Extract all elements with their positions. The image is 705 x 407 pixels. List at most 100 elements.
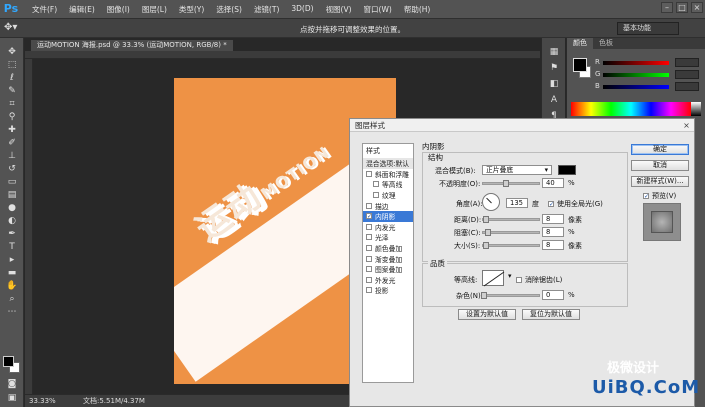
zoom-level[interactable]: 33.33% [29, 395, 56, 407]
style-checkbox[interactable] [366, 276, 372, 283]
style-checkbox[interactable]: ✓ [366, 213, 372, 220]
size-slider-thumb[interactable] [483, 242, 489, 249]
panel-foreground-swatch[interactable] [573, 58, 587, 72]
adjustments-panel-icon[interactable]: ◧ [542, 76, 566, 92]
gradient-tool-icon[interactable]: ▤ [0, 189, 24, 202]
document-tab[interactable]: 运动MOTION 海报.psd @ 33.3% (运动MOTION, RGB/8… [31, 40, 233, 51]
menu-item[interactable]: 类型(Y) [173, 4, 210, 15]
style-checkbox[interactable] [366, 255, 372, 262]
antialias-option[interactable]: 消除锯齿(L) [516, 275, 562, 285]
shape-tool-icon[interactable]: ▬ [0, 267, 24, 280]
tab-swatches[interactable]: 色板 [593, 38, 619, 49]
blend-mode-select[interactable]: 正片叠底 ▾ [482, 165, 552, 175]
style-checkbox[interactable] [366, 245, 372, 252]
global-light-option[interactable]: ✓ 使用全局光(G) [548, 199, 603, 209]
style-list-item[interactable]: 外发光 [363, 275, 413, 286]
style-list-item[interactable]: 纹理 [363, 190, 413, 201]
screen-mode-icon[interactable]: ▣ [0, 392, 24, 405]
quick-mask-icon[interactable]: ◙ [0, 378, 24, 391]
global-light-checkbox[interactable]: ✓ [548, 201, 554, 208]
red-value-field[interactable] [675, 58, 699, 67]
contour-dropdown-icon[interactable]: ▾ [508, 272, 512, 280]
eyedropper-tool-icon[interactable]: ⚲ [0, 111, 24, 124]
path-select-tool-icon[interactable]: ▸ [0, 254, 24, 267]
style-checkbox[interactable] [366, 266, 372, 273]
menu-item[interactable]: 滤镜(T) [248, 4, 285, 15]
menu-item[interactable]: 3D(D) [285, 4, 319, 15]
angle-field[interactable]: 135 [506, 198, 528, 208]
antialias-checkbox[interactable] [516, 277, 522, 283]
history-panel-icon[interactable]: ▦ [542, 44, 566, 60]
zoom-tool-icon[interactable]: ⌕ [0, 293, 24, 306]
blue-slider[interactable]: B [595, 82, 703, 92]
style-list-item[interactable]: 等高线 [363, 179, 413, 190]
green-value-field[interactable] [675, 70, 699, 79]
workspace-select[interactable]: 基本功能 [617, 22, 679, 35]
shadow-color-swatch[interactable] [558, 165, 576, 175]
style-list-item[interactable]: 颜色叠加 [363, 243, 413, 254]
marquee-tool-icon[interactable]: ⬚ [0, 59, 24, 72]
noise-field[interactable]: 0 [542, 290, 564, 300]
size-slider[interactable] [482, 244, 540, 247]
blur-tool-icon[interactable]: ● [0, 202, 24, 215]
opacity-slider-thumb[interactable] [502, 180, 509, 187]
new-style-button[interactable]: 新建样式(W)... [631, 176, 689, 187]
style-checkbox[interactable] [373, 192, 379, 199]
blue-slider-track[interactable] [603, 85, 669, 89]
green-slider-track[interactable] [603, 73, 669, 77]
maximize-button[interactable]: □ [676, 2, 688, 13]
dodge-tool-icon[interactable]: ◐ [0, 215, 24, 228]
style-list-item[interactable]: 图案叠加 [363, 264, 413, 275]
minimize-button[interactable]: – [661, 2, 673, 13]
size-field[interactable]: 8 [542, 240, 564, 250]
properties-panel-icon[interactable]: ⚑ [542, 60, 566, 76]
character-panel-icon[interactable]: A [542, 92, 566, 108]
type-tool-icon[interactable]: T [0, 241, 24, 254]
close-icon[interactable]: × [682, 121, 691, 130]
style-checkbox[interactable] [366, 234, 372, 241]
choke-slider-thumb[interactable] [485, 229, 491, 236]
style-checkbox[interactable] [366, 202, 372, 209]
reset-default-button[interactable]: 复位为默认值 [522, 309, 580, 320]
hand-tool-icon[interactable]: ✋ [0, 280, 24, 293]
move-tool-icon[interactable]: ✥ [0, 46, 24, 59]
brush-tool-icon[interactable]: ✐ [0, 137, 24, 150]
menu-item[interactable]: 选择(S) [210, 4, 248, 15]
angle-dial[interactable] [482, 193, 500, 211]
red-slider-track[interactable] [603, 61, 669, 65]
quick-select-tool-icon[interactable]: ✎ [0, 85, 24, 98]
opacity-slider[interactable] [482, 182, 540, 185]
menu-item[interactable]: 文件(F) [26, 4, 63, 15]
menu-item[interactable]: 图层(L) [136, 4, 173, 15]
menu-item[interactable]: 图像(I) [101, 4, 136, 15]
cancel-button[interactable]: 取消 [631, 160, 689, 171]
tab-color[interactable]: 颜色 [567, 38, 593, 49]
style-list-item[interactable]: 内发光 [363, 222, 413, 233]
clone-stamp-tool-icon[interactable]: ⊥ [0, 150, 24, 163]
contour-picker[interactable] [482, 270, 505, 287]
pen-tool-icon[interactable]: ✒ [0, 228, 24, 241]
history-brush-tool-icon[interactable]: ↺ [0, 163, 24, 176]
eraser-tool-icon[interactable]: ▭ [0, 176, 24, 189]
opacity-field[interactable]: 40 [542, 178, 564, 188]
noise-slider-thumb[interactable] [481, 292, 487, 299]
style-list-item[interactable]: 投影 [363, 285, 413, 296]
preview-option[interactable]: ✓ 预览(V) [643, 191, 676, 201]
color-spectrum[interactable] [571, 102, 691, 116]
blue-value-field[interactable] [675, 82, 699, 91]
style-checkbox[interactable] [373, 181, 379, 188]
green-slider[interactable]: G [595, 70, 703, 80]
grayscale-ramp[interactable] [691, 102, 701, 116]
distance-slider[interactable] [482, 218, 540, 221]
ok-button[interactable]: 确定 [631, 144, 689, 155]
foreground-color-swatch[interactable] [3, 356, 14, 367]
style-list-item[interactable]: 光泽 [363, 232, 413, 243]
red-slider[interactable]: R [595, 58, 703, 68]
style-checkbox[interactable] [366, 287, 372, 294]
menu-item[interactable]: 帮助(H) [398, 4, 437, 15]
style-list-item[interactable]: 混合选项:默认 [363, 158, 413, 169]
crop-tool-icon[interactable]: ⌗ [0, 98, 24, 111]
menu-item[interactable]: 视图(V) [320, 4, 358, 15]
style-checkbox[interactable] [366, 170, 372, 177]
preview-checkbox[interactable]: ✓ [643, 193, 649, 200]
